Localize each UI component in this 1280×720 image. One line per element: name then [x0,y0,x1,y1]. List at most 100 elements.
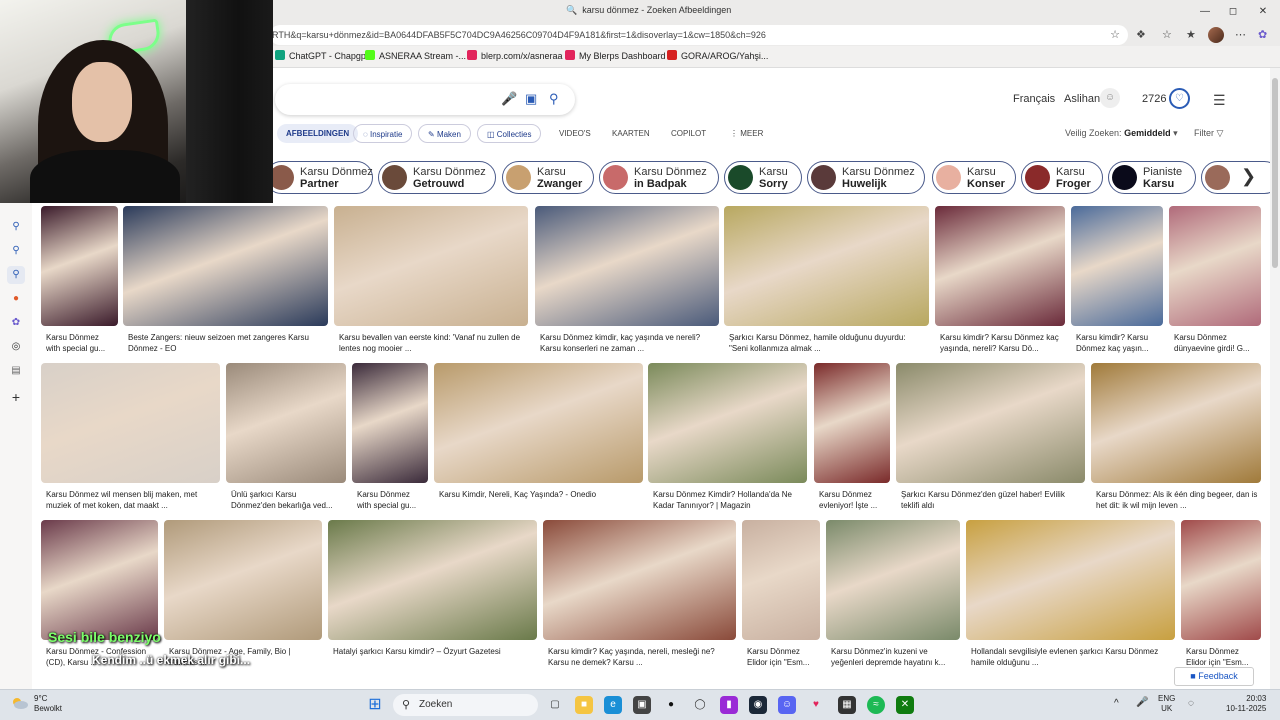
xbox-icon[interactable]: ✕ [896,696,914,714]
image-result[interactable]: Hatalyi şarkıcı Karsu kimdir? – Özyurt G… [328,520,537,675]
steam-icon[interactable]: ◉ [749,696,767,714]
image-thumbnail[interactable] [1071,206,1163,326]
image-result[interactable]: Karsu kimdir? Karsu Dönmez kaç yaşın... [1071,206,1163,361]
app-icon[interactable]: ◯ [691,696,709,714]
clock[interactable]: 20:03 10-11-2025 [1226,694,1266,714]
image-thumbnail[interactable] [543,520,736,640]
image-caption[interactable]: Karsu kimdir? Karsu Dönmez kaç yaşın... [1076,332,1160,354]
search-box[interactable]: 🎤 ▣ ⚲ [275,84,575,115]
app-icon[interactable]: ● [7,290,25,308]
image-result[interactable]: Karsu bevallen van eerste kind: 'Vanaf n… [334,206,528,361]
tab-afbeeldingen[interactable]: AFBEELDINGEN [277,124,359,143]
image-thumbnail[interactable] [434,363,643,483]
image-thumbnail[interactable] [41,520,158,640]
alien-app-icon[interactable]: ● [662,696,680,714]
page-scrollbar[interactable] [1270,68,1280,689]
store-icon[interactable]: ▣ [633,696,651,714]
image-result[interactable]: Karsu Dönmez Elidor için "Esm... [1181,520,1261,675]
related-chip[interactable]: Karsu Froger [1021,161,1103,194]
image-thumbnail[interactable] [352,363,428,483]
image-caption[interactable]: Karsu bevallen van eerste kind: 'Vanaf n… [339,332,525,354]
mic-icon[interactable]: 🎤 [1136,698,1148,708]
chevron-right-icon[interactable]: ❯ [1241,166,1256,187]
scrollbar-thumb[interactable] [1272,78,1278,268]
taskbar-search[interactable]: ⚲ Zoeken [393,694,538,716]
image-thumbnail[interactable] [1169,206,1261,326]
image-thumbnail[interactable] [41,206,118,326]
chevron-up-icon[interactable]: ^ [1114,699,1119,709]
related-chip[interactable]: Karsu Dönmez Huwelijk [807,161,925,194]
search-icon[interactable]: ⚲ [7,242,25,260]
image-caption[interactable]: Ünlü şarkıcı Karsu Dönmez'den bekarlığa … [231,489,343,511]
language-link[interactable]: Français [1013,93,1055,105]
image-caption[interactable]: Karsu Dönmez with special gu... [46,332,115,354]
tab-maken[interactable]: ✎ Maken [418,124,471,143]
edge-icon[interactable]: e [604,696,622,714]
image-result[interactable]: Karsu Dönmez kimdir, kaç yaşında ve nere… [535,206,719,361]
image-result[interactable]: Hollandalı sevgilisiyle evlenen şarkıcı … [966,520,1175,675]
start-icon[interactable]: ⊞ [366,696,384,714]
related-chip[interactable]: Karsu Dönmez Getrouwd [378,161,496,194]
image-result[interactable]: Şarkıcı Karsu Dönmez, hamile olduğunu du… [724,206,929,361]
tab-collecties[interactable]: ◫ Collecties [477,124,542,143]
image-result[interactable]: Karsu Dönmez evleniyor! İşte ... [814,363,890,518]
image-caption[interactable]: Karsu Dönmez kimdir, kaç yaşında ve nere… [540,332,716,354]
image-thumbnail[interactable] [123,206,328,326]
image-result[interactable]: Karsu Dönmez - Confession (CD), Karsu ..… [41,520,158,675]
search-icon[interactable]: ⚲ [7,218,25,236]
image-caption[interactable]: Beste Zangers: nieuw seizoen met zangere… [128,332,325,354]
tab-meer[interactable]: ⋮ MEER [721,124,772,143]
bookmark-blerps-dashboard[interactable]: My Blerps Dashboard [565,50,666,61]
discord-icon[interactable]: ☺ [778,696,796,714]
add-icon[interactable]: + [7,388,25,406]
image-result[interactable]: Karsu Dönmez: Als ik één ding begeer, da… [1091,363,1261,518]
shield-icon[interactable]: ☆ [1162,28,1172,41]
image-thumbnail[interactable] [896,363,1085,483]
related-chip[interactable]: Karsu Dönmez in Badpak [599,161,719,194]
address-bar[interactable]: RTH&q=karsu+dönmez&id=BA0644DFAB5F5C704D… [270,25,1128,45]
tab-copilot[interactable]: COPILOT [662,124,715,143]
image-caption[interactable]: Karsu Dönmez'in kuzeni ve yeğenleri depr… [831,646,957,668]
language-indicator[interactable]: ENG UK [1158,694,1175,714]
rewards-points[interactable]: 2726 [1142,93,1166,105]
image-caption[interactable]: Hollandalı sevgilisiyle evlenen şarkıcı … [971,646,1172,668]
image-result[interactable]: Şarkıcı Karsu Dönmez'den güzel haber! Ev… [896,363,1085,518]
feedback-button[interactable]: ■ Feedback [1174,667,1254,686]
globe-icon[interactable]: ◎ [7,338,25,356]
image-caption[interactable]: Karsu Dönmez with special gu... [357,489,425,511]
spotify-icon[interactable]: ≈ [867,696,885,714]
bookmark-blerp[interactable]: blerp.com/x/asneraa [467,50,563,61]
menu-icon[interactable]: ☰ [1213,92,1226,109]
app-icon[interactable]: ▦ [838,696,856,714]
rewards-icon[interactable]: ♡ [1169,88,1190,109]
blerp-icon[interactable]: ♥ [807,696,825,714]
image-thumbnail[interactable] [826,520,960,640]
network-icon[interactable]: ◌ [1188,699,1194,709]
image-caption[interactable]: Karsu Dönmez dünyaevine girdi! G... [1174,332,1258,354]
image-caption[interactable]: Karsu Dönmez Kimdir? Hollanda'da Ne Kada… [653,489,804,511]
safe-search-dropdown[interactable]: Veilig Zoeken: Gemiddeld ▾ [1065,128,1178,139]
image-result[interactable]: Karsu Dönmez Kimdir? Hollanda'da Ne Kada… [648,363,807,518]
image-thumbnail[interactable] [41,363,220,483]
image-thumbnail[interactable] [328,520,537,640]
image-result[interactable]: Karsu Dönmez - Age, Family, Bio | Famous… [164,520,322,675]
image-thumbnail[interactable] [1181,520,1261,640]
image-result[interactable]: Karsu kimdir? Kaç yaşında, nereli, mesle… [543,520,736,675]
related-chip[interactable]: Karsu Zwanger [502,161,594,194]
related-chip[interactable]: Pianiste Karsu [1108,161,1196,194]
favorite-star-icon[interactable]: ☆ [1110,28,1120,41]
image-result[interactable]: Karsu Dönmez dünyaevine girdi! G... [1169,206,1261,361]
image-result[interactable]: Karsu Dönmez wil mensen blij maken, met … [41,363,220,518]
image-caption[interactable]: Karsu Dönmez evleniyor! İşte ... [819,489,887,511]
image-caption[interactable]: Hatalyi şarkıcı Karsu kimdir? – Özyurt G… [333,646,534,668]
image-result[interactable]: Karsu Kimdir, Nereli, Kaç Yaşında? - One… [434,363,643,518]
tab-kaarten[interactable]: KAARTEN [603,124,659,143]
image-result[interactable]: Karsu kimdir? Karsu Dönmez kaç yaşında, … [935,206,1065,361]
image-caption[interactable]: Karsu Dönmez Elidor için "Esm... [747,646,817,668]
image-caption[interactable]: Karsu Dönmez: Als ik één ding begeer, da… [1096,489,1258,511]
filter-button[interactable]: Filter ▽ [1194,128,1223,139]
image-result[interactable]: Karsu Dönmez'in kuzeni ve yeğenleri depr… [826,520,960,675]
notes-icon[interactable]: ▤ [7,362,25,380]
copilot-icon[interactable]: ✿ [1258,28,1267,41]
image-caption[interactable]: Şarkıcı Karsu Dönmez, hamile olduğunu du… [729,332,926,354]
